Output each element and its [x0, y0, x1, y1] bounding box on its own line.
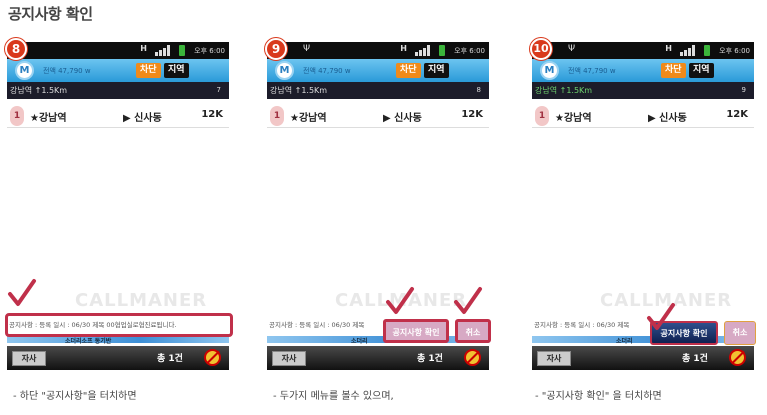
bottom-bar: 자사 총 1건: [7, 346, 229, 370]
strip-text: 소더리소프 동기반: [65, 338, 112, 345]
menu-m-icon[interactable]: M: [540, 61, 559, 80]
origin-text: ★강남역: [30, 113, 67, 124]
bottom-bar: 자사 총 1건: [532, 346, 754, 370]
battery-icon: [439, 45, 445, 56]
distance-text: 12K: [726, 109, 748, 120]
caption: - "공지사항 확인" 을 터치하면: [535, 391, 662, 402]
battery-icon: [704, 45, 710, 56]
check-mark-icon: [453, 286, 483, 316]
location-text: 강남역 ↑1.5Km: [10, 86, 68, 95]
caption: - 두가지 메뉴를 볼수 있으며,: [273, 391, 394, 402]
origin-text: ★강남역: [290, 113, 327, 124]
progress-strip: [7, 336, 229, 343]
status-time: 오후 6:00: [454, 47, 485, 55]
call-list-item[interactable]: 1 ★강남역 ▶ 신사동 12K: [7, 104, 229, 128]
cancel-button[interactable]: 취소: [455, 319, 491, 343]
page-title: 공지사항 확인: [8, 5, 93, 23]
block-button[interactable]: 차단: [396, 63, 421, 78]
notice-confirm-button[interactable]: 공지사항 확인: [383, 319, 449, 343]
bottom-bar: 자사 총 1건: [267, 346, 489, 370]
status-bar: Ψ H 오후 6:00: [532, 42, 754, 59]
balance-text: 전액 47,790 w: [303, 67, 351, 75]
strip-text: 소더리: [351, 338, 368, 345]
check-mark-icon: [7, 278, 37, 308]
row-index: 1: [10, 106, 24, 126]
region-button[interactable]: 지역: [424, 63, 449, 78]
location-count: 7: [216, 86, 221, 94]
no-entry-icon[interactable]: [204, 349, 221, 366]
origin-text: ★강남역: [555, 113, 592, 124]
notice-highlight-frame: [5, 313, 233, 337]
step-badge: 9: [265, 38, 287, 60]
progress-strip: [532, 336, 754, 343]
check-mark-icon: [646, 302, 676, 332]
watermark-logo: CALLMANER: [75, 290, 208, 311]
block-button[interactable]: 차단: [136, 63, 161, 78]
cancel-button[interactable]: 취소: [724, 321, 756, 345]
balance-text: 전액 47,790 w: [568, 67, 616, 75]
step-badge: 8: [5, 38, 27, 60]
row-index: 1: [270, 106, 284, 126]
usb-icon: Ψ: [303, 44, 311, 54]
jasa-button[interactable]: 자사: [272, 351, 306, 366]
app-header: M 전액 47,790 w 차단 지역: [267, 59, 489, 82]
total-count: 총 1건: [417, 354, 443, 364]
location-bar: 강남역 ↑1.5Km 9: [532, 82, 754, 99]
status-bar: Ψ H 오후 6:00: [267, 42, 489, 59]
phone-panel-step-9: 9 Ψ H 오후 6:00 M 전액 47,790 w 차단 지역 강남역 ↑1…: [265, 38, 493, 402]
status-bar: H 오후 6:00: [7, 42, 229, 59]
usb-icon: Ψ: [568, 44, 576, 54]
jasa-button[interactable]: 자사: [12, 351, 46, 366]
row-index: 1: [535, 106, 549, 126]
jasa-button[interactable]: 자사: [537, 351, 571, 366]
block-button[interactable]: 차단: [661, 63, 686, 78]
phone-panel-step-8: 8 H 오후 6:00 M 전액 47,790 w 차단 지역 강남역 ↑1.5…: [5, 38, 233, 402]
battery-icon: [179, 45, 185, 56]
total-count: 총 1건: [682, 354, 708, 364]
signal-icon: [680, 45, 696, 56]
location-count: 9: [741, 86, 746, 94]
notice-bar[interactable]: 공지사항 : 등록 일시 : 06/30 제목: [532, 315, 652, 335]
no-entry-icon[interactable]: [729, 349, 746, 366]
app-header: M 전액 47,790 w 차단 지역: [532, 59, 754, 82]
call-list-item[interactable]: 1 ★강남역 ▶ 신사동 12K: [267, 104, 489, 128]
no-entry-icon[interactable]: [464, 349, 481, 366]
signal-icon: [155, 45, 171, 56]
location-bar: 강남역 ↑1.5Km 7: [7, 82, 229, 99]
location-count: 8: [476, 86, 481, 94]
call-list-item[interactable]: 1 ★강남역 ▶ 신사동 12K: [532, 104, 754, 128]
location-text: 강남역 ↑1.5Km: [270, 86, 328, 95]
status-time: 오후 6:00: [719, 47, 750, 55]
app-header: M 전액 47,790 w 차단 지역: [7, 59, 229, 82]
status-time: 오후 6:00: [194, 47, 225, 55]
network-icon: H: [400, 44, 407, 53]
destination-text: ▶ 신사동: [648, 113, 687, 124]
distance-text: 12K: [201, 109, 223, 120]
destination-text: ▶ 신사동: [123, 113, 162, 124]
check-mark-icon: [385, 286, 415, 316]
location-bar: 강남역 ↑1.5Km 8: [267, 82, 489, 99]
network-icon: H: [665, 44, 672, 53]
phone-panel-step-10: 10 Ψ H 오후 6:00 M 전액 47,790 w 차단 지역 강남역 ↑…: [530, 38, 758, 402]
distance-text: 12K: [461, 109, 483, 120]
network-icon: H: [140, 44, 147, 53]
location-text: 강남역 ↑1.5Km: [535, 86, 593, 95]
region-button[interactable]: 지역: [164, 63, 189, 78]
signal-icon: [415, 45, 431, 56]
strip-text: 소더리: [616, 338, 633, 345]
total-count: 총 1건: [157, 354, 183, 364]
notice-bar[interactable]: 공지사항 : 등록 일시 : 06/30 제목: [267, 315, 387, 335]
step-badge: 10: [530, 38, 552, 60]
menu-m-icon[interactable]: M: [15, 61, 34, 80]
menu-m-icon[interactable]: M: [275, 61, 294, 80]
region-button[interactable]: 지역: [689, 63, 714, 78]
balance-text: 전액 47,790 w: [43, 67, 91, 75]
caption: - 하단 "공지사항"을 터치하면: [13, 391, 137, 402]
destination-text: ▶ 신사동: [383, 113, 422, 124]
